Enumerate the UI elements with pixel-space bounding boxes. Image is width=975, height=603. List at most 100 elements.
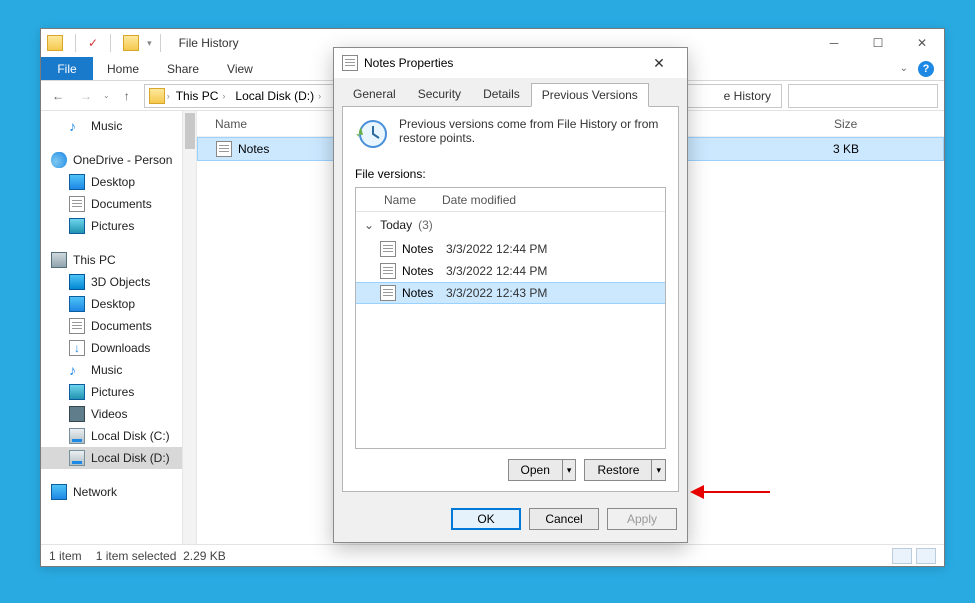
tree-item[interactable]: OneDrive - Person: [41, 149, 196, 171]
tree-item[interactable]: Music: [41, 359, 196, 381]
close-button[interactable]: ✕: [639, 50, 679, 76]
music-icon: [69, 362, 85, 378]
window-title: File History: [179, 36, 239, 50]
tree-item-label: Desktop: [91, 297, 135, 311]
ribbon-help: ⌄ ?: [900, 57, 944, 80]
tree-item[interactable]: Local Disk (D:): [41, 447, 196, 469]
tab-view[interactable]: View: [213, 57, 267, 80]
chevron-right-icon[interactable]: ›: [167, 91, 170, 101]
dropdown-icon: ▾: [656, 465, 661, 476]
tab-home[interactable]: Home: [93, 57, 153, 80]
tree-item[interactable]: Downloads: [41, 337, 196, 359]
tab-details[interactable]: Details: [472, 82, 531, 106]
dialog-titlebar: Notes Properties ✕: [334, 48, 687, 78]
open-button-dropdown[interactable]: ▾: [563, 459, 577, 481]
restore-button-dropdown[interactable]: ▾: [652, 459, 666, 481]
tree-item[interactable]: Music: [41, 115, 196, 137]
tree-item[interactable]: Videos: [41, 403, 196, 425]
document-icon: [342, 55, 358, 71]
tree-item[interactable]: Local Disk (C:): [41, 425, 196, 447]
up-button[interactable]: ↑: [116, 85, 138, 107]
net-icon: [51, 484, 67, 500]
checkmark-icon[interactable]: ✓: [88, 36, 98, 50]
column-name[interactable]: Name: [356, 193, 436, 207]
disk-icon: [69, 428, 85, 444]
pc-icon: [51, 252, 67, 268]
history-chevron-icon[interactable]: ⌄: [103, 91, 110, 100]
tree-item-label: Documents: [91, 319, 152, 333]
tab-general[interactable]: General: [342, 82, 407, 106]
tree-item[interactable]: Network: [41, 481, 196, 503]
large-icons-view-button[interactable]: [916, 548, 936, 564]
tab-share[interactable]: Share: [153, 57, 213, 80]
version-group[interactable]: ⌄ Today (3): [356, 212, 665, 238]
separator: [75, 34, 76, 52]
group-count: (3): [418, 218, 433, 232]
tree-item[interactable]: Desktop: [41, 171, 196, 193]
quick-access-toolbar: ✓ ▾: [47, 34, 152, 52]
restore-button[interactable]: Restore ▾: [584, 459, 666, 481]
close-button[interactable]: ✕: [900, 29, 944, 57]
version-date: 3/3/2022 12:43 PM: [440, 286, 547, 300]
pic-icon: [69, 218, 85, 234]
help-icon[interactable]: ?: [918, 61, 934, 77]
document-icon: [380, 241, 396, 257]
chevron-down-icon: ⌄: [364, 218, 374, 232]
column-size[interactable]: Size: [824, 117, 944, 131]
scrollbar-thumb[interactable]: [185, 113, 195, 149]
desktop-icon: [69, 174, 85, 190]
tree-item[interactable]: This PC: [41, 249, 196, 271]
document-icon: [216, 141, 232, 157]
back-button[interactable]: ←: [47, 85, 69, 107]
tree-item[interactable]: Documents: [41, 193, 196, 215]
tree-item[interactable]: Pictures: [41, 215, 196, 237]
dl-icon: [69, 340, 85, 356]
file-tab[interactable]: File: [41, 57, 93, 80]
version-row[interactable]: Notes 3/3/2022 12:44 PM: [356, 238, 665, 260]
tree-item[interactable]: Documents: [41, 315, 196, 337]
open-button-main[interactable]: Open: [508, 459, 563, 481]
version-name: Notes: [402, 264, 433, 278]
version-date: 3/3/2022 12:44 PM: [440, 242, 547, 256]
tree-item-label: This PC: [73, 253, 116, 267]
forward-button[interactable]: →: [75, 85, 97, 107]
column-date[interactable]: Date modified: [436, 193, 516, 207]
hint-text: Previous versions come from File History…: [399, 117, 666, 145]
tree-item[interactable]: Pictures: [41, 381, 196, 403]
apply-button[interactable]: Apply: [607, 508, 677, 530]
search-input[interactable]: [788, 84, 938, 108]
dialog-title: Notes Properties: [364, 56, 453, 70]
tab-previous-versions[interactable]: Previous Versions: [531, 83, 649, 107]
hint-row: Previous versions come from File History…: [355, 117, 666, 151]
document-icon: [380, 285, 396, 301]
properties-dialog: Notes Properties ✕ General Security Deta…: [333, 47, 688, 543]
tab-security[interactable]: Security: [407, 82, 472, 106]
open-button[interactable]: Open ▾: [508, 459, 577, 481]
tree-item[interactable]: 3D Objects: [41, 271, 196, 293]
3d-icon: [69, 274, 85, 290]
version-name: Notes: [402, 242, 433, 256]
qat-chevron-icon[interactable]: ▾: [147, 38, 152, 49]
dialog-tabs: General Security Details Previous Versio…: [334, 78, 687, 106]
folder-icon: [47, 35, 63, 51]
version-row[interactable]: Notes3/3/2022 12:44 PM: [356, 260, 665, 282]
breadcrumb-segment[interactable]: Local Disk (D:)›: [231, 89, 325, 103]
scrollbar[interactable]: [182, 111, 196, 544]
view-switcher: [892, 548, 936, 564]
ribbon-expand-icon[interactable]: ⌄: [900, 63, 908, 74]
restore-button-main[interactable]: Restore: [584, 459, 652, 481]
tree-item-label: 3D Objects: [91, 275, 150, 289]
arrow-head-icon: [690, 485, 704, 499]
cancel-button[interactable]: Cancel: [529, 508, 599, 530]
breadcrumb-segment[interactable]: This PC›: [172, 89, 230, 103]
status-bar: 1 item 1 item selected 2.29 KB: [41, 544, 944, 566]
maximize-button[interactable]: ☐: [856, 29, 900, 57]
folder-icon[interactable]: [123, 35, 139, 51]
status-item-count: 1 item: [49, 549, 82, 563]
version-row[interactable]: Notes3/3/2022 12:43 PM: [356, 282, 665, 304]
ok-button[interactable]: OK: [451, 508, 521, 530]
version-buttons: Open ▾ Restore ▾: [355, 459, 666, 481]
details-view-button[interactable]: [892, 548, 912, 564]
tree-item[interactable]: Desktop: [41, 293, 196, 315]
minimize-button[interactable]: ─: [812, 29, 856, 57]
